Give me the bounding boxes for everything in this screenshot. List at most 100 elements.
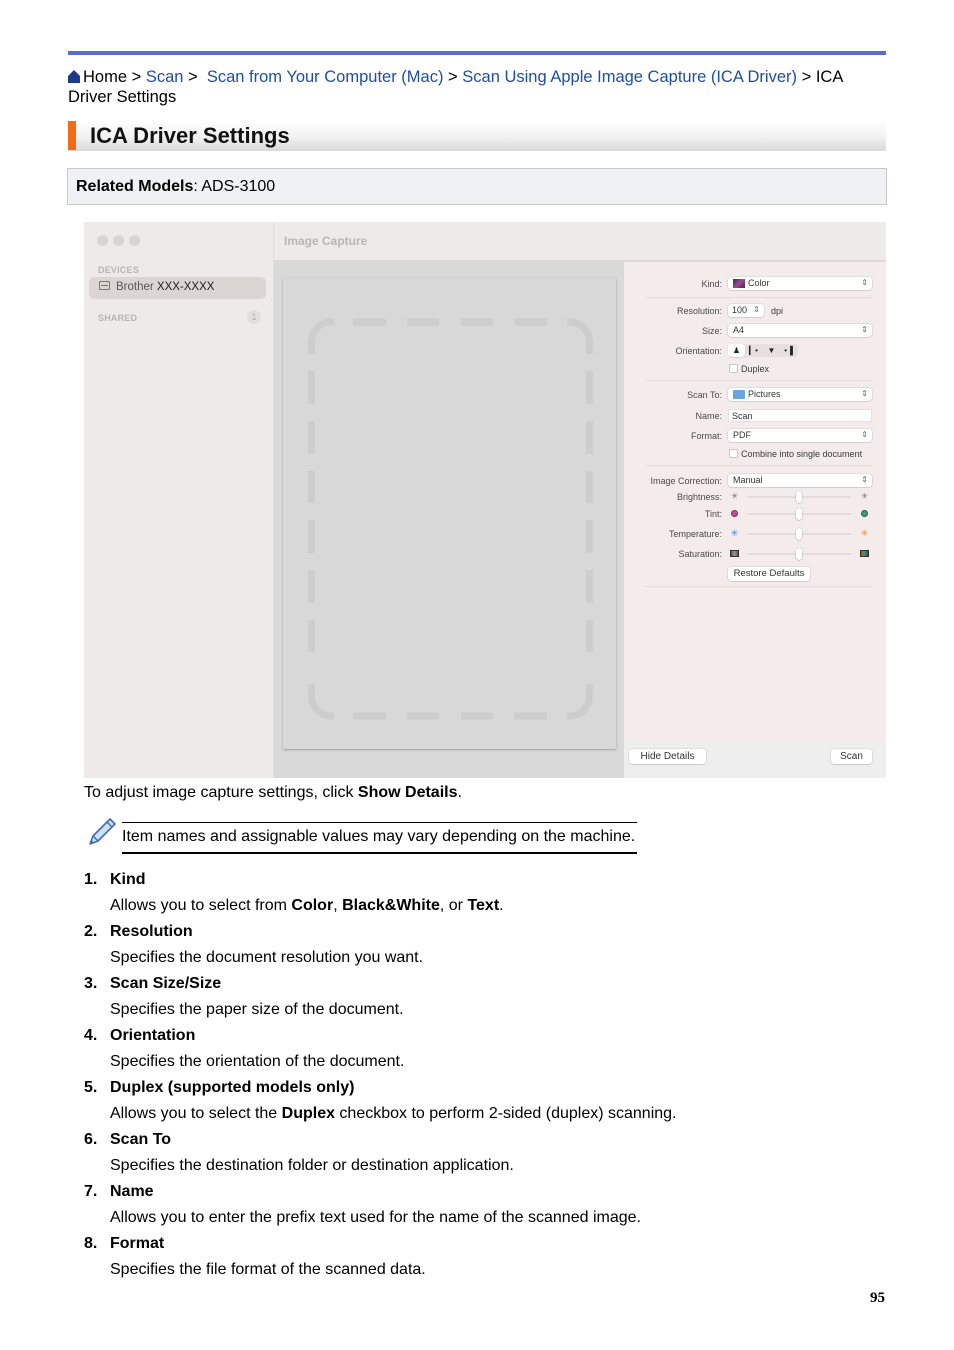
caption-bold-show-details: Show Details <box>357 784 458 801</box>
list-item-number: 3. <box>84 975 98 992</box>
scan-to-select[interactable]: Pictures ⇕ <box>728 388 872 401</box>
device-name-brand: Brother <box>116 281 154 293</box>
resolution-value: 100 <box>732 305 748 315</box>
preview-page[interactable] <box>283 278 616 749</box>
description-bold-term: Black&White <box>342 897 440 914</box>
list-item-number: 6. <box>84 1131 98 1148</box>
breadcrumb: Home > Scan > Scan from Your Computer (M… <box>68 67 888 107</box>
description-bold-term: Color <box>291 897 334 914</box>
list-item-number: 4. <box>84 1027 98 1044</box>
image-correction-value: Manual <box>733 475 763 485</box>
outline-corner <box>567 684 593 720</box>
zoom-window-button[interactable] <box>129 235 140 246</box>
breadcrumb-current-line1: ICA <box>815 68 844 86</box>
size-select[interactable]: A4 ⇕ <box>728 324 872 337</box>
list-item: 8. Format Specifies the file format of the… <box>84 1235 884 1287</box>
duplex-checkbox[interactable] <box>729 364 738 373</box>
top-rule <box>68 51 886 55</box>
list-item-term: Scan Size/Size <box>110 975 222 992</box>
list-item-description: Allows you to select from Color, Black&W… <box>110 897 504 915</box>
list-item-description: Specifies the destination folder or dest… <box>110 1157 514 1175</box>
breadcrumb-link-scan[interactable]: Scan <box>146 68 184 86</box>
hide-details-button[interactable]: Hide Details <box>629 749 706 764</box>
separator <box>646 465 872 466</box>
scanner-icon <box>99 281 110 290</box>
scan-button[interactable]: Scan <box>831 749 872 764</box>
folder-icon <box>733 390 745 399</box>
list-item: 2. Resolution Specifies the document resol… <box>84 923 884 975</box>
tint-label: Tint: <box>704 509 722 519</box>
list-item-term: Duplex (supported models only) <box>110 1079 355 1096</box>
device-name-model: XXX-XXXX <box>156 281 215 293</box>
breadcrumb-separator: > <box>448 68 458 86</box>
updown-chevron-icon: ⇕ <box>861 278 868 287</box>
saturation-high-icon <box>860 550 869 557</box>
close-window-button[interactable] <box>97 235 108 246</box>
page-title-bar: ICA Driver Settings <box>68 121 886 151</box>
kind-select[interactable]: Color ⇕ <box>728 277 872 290</box>
tint-slider-thumb[interactable] <box>796 508 802 520</box>
note-text: Item names and assignable values may var… <box>122 822 637 854</box>
restore-defaults-button[interactable]: Restore Defaults <box>728 567 810 581</box>
format-select[interactable]: PDF ⇕ <box>728 429 872 442</box>
sidebar-item-device[interactable]: Brother XXX-XXXX <box>89 277 266 299</box>
list-item-number: 2. <box>84 923 98 940</box>
name-input[interactable]: Scan <box>728 409 872 422</box>
updown-chevron-icon: ⇕ <box>753 305 760 314</box>
list-item-description: Specifies the file format of the scanned… <box>110 1261 426 1279</box>
description-text: Specifies the paper size of the document… <box>110 1001 404 1018</box>
list-item-term: Orientation <box>110 1027 196 1044</box>
devices-header: DEVICES <box>98 265 139 275</box>
temperature-slider-thumb[interactable] <box>796 528 802 540</box>
minimize-window-button[interactable] <box>113 235 124 246</box>
saturation-low-icon <box>730 550 739 557</box>
description-text: Allows you to enter the prefix text used… <box>110 1209 641 1226</box>
home-icon[interactable] <box>68 70 80 83</box>
updown-chevron-icon: ⇕ <box>861 325 868 334</box>
pencil-note-icon <box>89 818 116 845</box>
scan-to-label: Scan To: <box>687 390 722 400</box>
temperature-warm-icon: ✳ <box>860 528 869 538</box>
saturation-slider-thumb[interactable] <box>796 548 802 560</box>
combine-checkbox[interactable] <box>729 449 738 458</box>
breadcrumb-home[interactable]: Home <box>83 68 127 86</box>
image-correction-select[interactable]: Manual ⇕ <box>728 474 872 487</box>
list-item-number: 7. <box>84 1183 98 1200</box>
resolution-stepper[interactable]: 100 ⇕ <box>728 304 764 317</box>
list-item-description: Allows you to enter the prefix text used… <box>110 1209 641 1227</box>
sidebar: DEVICES Brother XXX-XXXX SHARED 1 <box>84 222 274 778</box>
description-text: . <box>499 897 504 914</box>
page-number: 95 <box>870 1290 885 1306</box>
orientation-rotate-right-button[interactable]: ▎• <box>745 344 762 357</box>
breadcrumb-link-scan-from-computer[interactable]: Scan from Your Computer (Mac) <box>207 68 444 86</box>
breadcrumb-current-line2: Driver Settings <box>68 88 177 106</box>
orientation-upside-down-button[interactable]: ▼ <box>763 344 780 357</box>
list-item: 1. Kind Allows you to select from Color, B… <box>84 871 884 923</box>
color-kind-icon <box>733 279 745 288</box>
size-value: A4 <box>733 325 745 335</box>
image-capture-window: DEVICES Brother XXX-XXXX SHARED 1 Image … <box>84 222 886 778</box>
list-item-description: Specifies the paper size of the document… <box>110 1001 404 1019</box>
outline-corner <box>308 684 334 720</box>
description-text: Allows you to select from <box>110 897 292 914</box>
orientation-portrait-button[interactable]: ♟ <box>728 344 745 357</box>
list-item-number: 8. <box>84 1235 98 1252</box>
kind-label: Kind: <box>701 279 722 289</box>
breadcrumb-separator: > <box>131 68 142 86</box>
orientation-rotate-left-button[interactable]: •▐ <box>780 344 797 357</box>
list-item: 6. Scan To Specifies the destination folde… <box>84 1131 884 1183</box>
scan-placeholder-outline <box>308 318 593 720</box>
brightness-low-icon: ☀ <box>730 491 739 501</box>
list-item-term: Kind <box>110 871 146 888</box>
description-text: Specifies the file format of the scanned… <box>110 1261 426 1278</box>
list-item-term: Name <box>110 1183 154 1200</box>
list-item-description: Allows you to select the Duplex checkbox… <box>110 1105 677 1123</box>
breadcrumb-separator: > <box>188 68 198 86</box>
list-item: 7. Name Allows you to enter the prefix tex… <box>84 1183 884 1235</box>
description-text: Specifies the destination folder or dest… <box>110 1157 514 1174</box>
format-label: Format: <box>690 431 722 441</box>
details-panel: Kind: Color ⇕ Resolution: 100 ⇕ dpi Size… <box>624 262 886 778</box>
related-models-value: : ADS-3100 <box>193 178 276 195</box>
breadcrumb-link-apple-image-capture[interactable]: Scan Using Apple Image Capture (ICA Driv… <box>462 68 797 86</box>
brightness-slider-thumb[interactable] <box>796 491 802 503</box>
